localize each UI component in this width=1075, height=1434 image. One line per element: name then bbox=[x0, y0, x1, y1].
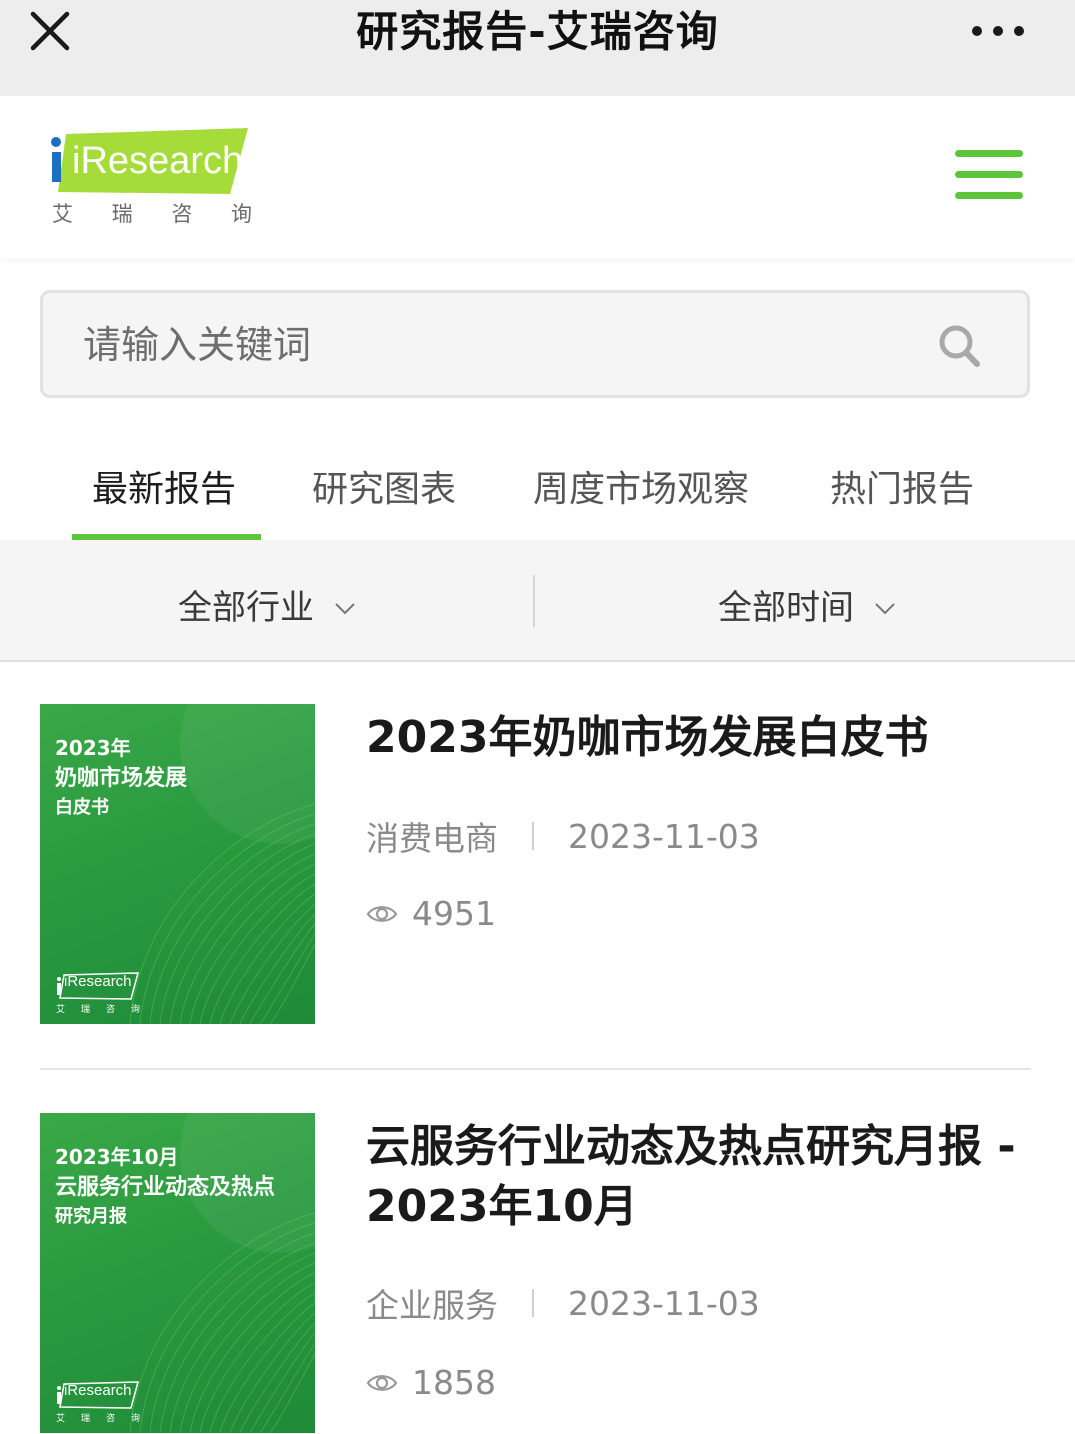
report-views: 1858 bbox=[366, 1363, 496, 1402]
chevron-down-icon bbox=[335, 602, 355, 614]
filter-divider bbox=[533, 575, 535, 627]
site-header: iResearch 艾 瑞 咨 询 bbox=[0, 96, 1075, 258]
hamburger-menu-icon[interactable] bbox=[955, 150, 1023, 202]
report-item[interactable]: 2023年 奶咖市场发展 白皮书 iResearch 艾 瑞 咨 询 2023年… bbox=[40, 704, 1031, 1024]
cover-logo-text: iResearch bbox=[64, 1382, 132, 1399]
menu-bar bbox=[955, 150, 1023, 157]
tab-weekly-market[interactable]: 周度市场观察 bbox=[533, 460, 749, 540]
meta-separator bbox=[532, 822, 534, 850]
industry-filter-label: 全部行业 bbox=[178, 588, 314, 628]
cover-title-line: 2023年 bbox=[55, 736, 131, 760]
cover-logo-sub-char: 艾 bbox=[56, 1414, 66, 1424]
report-date: 2023-11-03 bbox=[568, 816, 760, 856]
logo-sub-char: 艾 bbox=[52, 202, 73, 226]
cover-logo-sub-char: 瑞 bbox=[80, 1005, 90, 1015]
tab-latest-reports[interactable]: 最新报告 bbox=[92, 460, 236, 540]
cover-logo-text: iResearch bbox=[64, 973, 132, 990]
chevron-down-icon bbox=[875, 602, 895, 614]
logo-sub-char: 咨 bbox=[171, 202, 193, 226]
cover-logo-sub-char: 咨 bbox=[105, 1005, 115, 1015]
cover-title-line: 云服务行业动态及热点 bbox=[55, 1175, 276, 1200]
search-box bbox=[40, 290, 1030, 398]
cover-title-line: 奶咖市场发展 bbox=[55, 766, 188, 791]
cover-title-line: 白皮书 bbox=[55, 796, 109, 818]
logo-subtitle: 艾 瑞 咨 询 bbox=[52, 198, 252, 228]
report-date: 2023-11-03 bbox=[568, 1283, 760, 1323]
report-cover-image[interactable]: 2023年10月 云服务行业动态及热点 研究月报 iResearch 艾 瑞 咨… bbox=[40, 1113, 315, 1433]
cover-logo-subtitle: 艾 瑞 咨 询 bbox=[56, 1002, 140, 1015]
report-title[interactable]: 2023年奶咖市场发展白皮书 bbox=[366, 708, 1031, 768]
industry-filter-dropdown[interactable]: 全部行业 bbox=[178, 580, 356, 629]
menu-bar bbox=[955, 171, 1023, 178]
search-icon[interactable] bbox=[937, 323, 981, 369]
search-input[interactable] bbox=[83, 315, 903, 375]
cover-logo-sub-char: 询 bbox=[130, 1414, 140, 1424]
cover-logo-sub-char: 咨 bbox=[105, 1414, 115, 1424]
report-cover-image[interactable]: 2023年 奶咖市场发展 白皮书 iResearch 艾 瑞 咨 询 bbox=[40, 704, 315, 1024]
logo-text: iResearch bbox=[72, 140, 244, 182]
meta-separator bbox=[532, 1289, 534, 1317]
cover-logo-sub-char: 询 bbox=[130, 1005, 140, 1015]
report-meta: 消费电商 2023-11-03 bbox=[366, 812, 760, 860]
window-title-bar: 研究报告-艾瑞咨询 bbox=[0, 0, 1075, 96]
time-filter-label: 全部时间 bbox=[718, 588, 854, 628]
window-title: 研究报告-艾瑞咨询 bbox=[356, 7, 719, 56]
report-views: 4951 bbox=[366, 894, 496, 933]
logo-sub-char: 询 bbox=[230, 202, 252, 226]
more-dots-icon[interactable] bbox=[969, 14, 1027, 50]
cover-title: 2023年 奶咖市场发展 白皮书 bbox=[55, 734, 187, 821]
report-tabs: 最新报告 研究图表 周度市场观察 热门报告 bbox=[0, 440, 1075, 540]
report-category: 消费电商 bbox=[366, 819, 498, 858]
cover-logo-subtitle: 艾 瑞 咨 询 bbox=[56, 1411, 140, 1424]
eye-icon bbox=[366, 1374, 398, 1391]
time-filter-dropdown[interactable]: 全部时间 bbox=[718, 580, 896, 629]
report-title[interactable]: 云服务行业动态及热点研究月报 - 2023年10月 bbox=[366, 1117, 1031, 1237]
cover-iresearch-logo: iResearch 艾 瑞 咨 询 bbox=[54, 972, 174, 1018]
cover-logo-sub-char: 瑞 bbox=[80, 1414, 90, 1424]
report-meta: 企业服务 2023-11-03 bbox=[366, 1279, 760, 1327]
cover-title: 2023年10月 云服务行业动态及热点 研究月报 bbox=[55, 1143, 275, 1230]
filter-bar: 全部行业 全部时间 bbox=[0, 540, 1075, 662]
cover-title-line: 2023年10月 bbox=[55, 1145, 179, 1169]
list-divider bbox=[40, 1068, 1031, 1070]
cover-logo-sub-char: 艾 bbox=[56, 1005, 66, 1015]
view-count: 4951 bbox=[412, 894, 496, 933]
logo-sub-char: 瑞 bbox=[111, 202, 133, 226]
iresearch-logo[interactable]: iResearch 艾 瑞 咨 询 bbox=[44, 126, 256, 230]
menu-bar bbox=[955, 192, 1023, 199]
cover-iresearch-logo: iResearch 艾 瑞 咨 询 bbox=[54, 1381, 174, 1427]
tab-research-charts[interactable]: 研究图表 bbox=[312, 460, 456, 540]
tab-hot-reports[interactable]: 热门报告 bbox=[830, 460, 974, 540]
report-item[interactable]: 2023年10月 云服务行业动态及热点 研究月报 iResearch 艾 瑞 咨… bbox=[40, 1113, 1031, 1433]
report-category: 企业服务 bbox=[366, 1286, 498, 1325]
cover-title-line: 研究月报 bbox=[55, 1205, 127, 1227]
eye-icon bbox=[366, 905, 398, 922]
view-count: 1858 bbox=[412, 1363, 496, 1402]
